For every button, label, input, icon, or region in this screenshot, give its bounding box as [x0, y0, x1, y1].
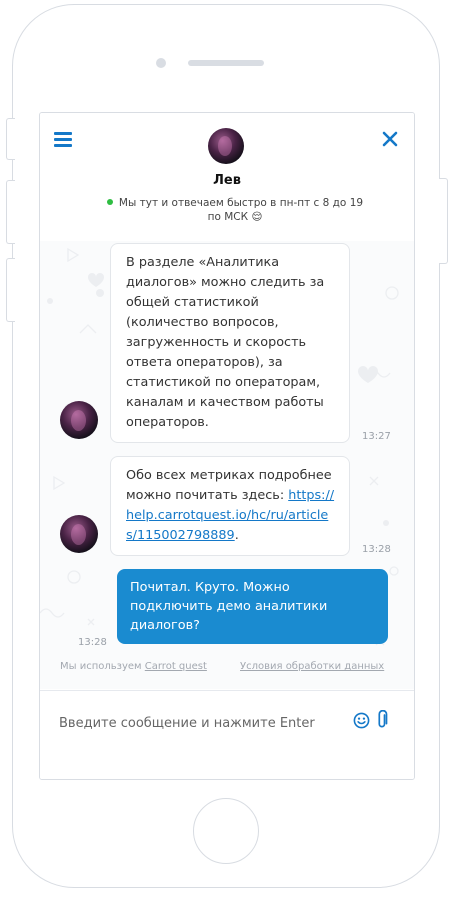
chat-header: Лев Мы тут и отвечаем быстро в пн-пт с 8…	[40, 113, 414, 242]
agent-status: Мы тут и отвечаем быстро в пн-пт с 8 до …	[100, 196, 370, 224]
power-button	[439, 178, 448, 264]
privacy-link[interactable]: Условия обработки данных	[240, 661, 384, 672]
chat-widget: Лев Мы тут и отвечаем быстро в пн-пт с 8…	[39, 112, 415, 780]
online-status-dot	[106, 199, 113, 205]
hamburger-menu-icon[interactable]	[54, 132, 72, 148]
status-text: Мы тут и отвечаем быстро в пн-пт с 8 до …	[118, 197, 364, 223]
paperclip-icon[interactable]	[375, 710, 389, 730]
agent-avatar	[208, 128, 244, 164]
status-emoji: 😌	[251, 211, 263, 223]
message-composer	[40, 690, 414, 779]
volume-down-button	[6, 258, 15, 322]
agent-avatar	[60, 401, 98, 439]
message-bubble: Обо всех метриках подробнее можно почита…	[110, 456, 350, 556]
carrot-quest-link[interactable]: Carrot quest	[145, 661, 207, 672]
message-time: 13:27	[362, 431, 391, 442]
message-input[interactable]	[59, 711, 349, 735]
message-text-end: .	[234, 528, 239, 543]
message-list[interactable]: В разделе «Аналитика диалогов» можно сле…	[40, 241, 414, 689]
message-text: Почитал. Круто. Можно подключить демо ан…	[130, 580, 328, 633]
volume-up-button	[6, 180, 15, 244]
smiley-icon[interactable]	[353, 712, 370, 729]
message-text: В разделе «Аналитика диалогов» можно сле…	[126, 255, 325, 430]
message-time: 13:28	[78, 637, 107, 648]
powered-prefix: Мы используем	[60, 661, 145, 672]
front-camera	[156, 58, 166, 68]
mute-switch	[6, 118, 15, 160]
close-icon[interactable]	[380, 129, 400, 149]
agent-name: Лев	[213, 173, 241, 188]
outgoing-message-bubble: Почитал. Круто. Можно подключить демо ан…	[117, 569, 388, 644]
agent-avatar	[60, 515, 98, 553]
message-bubble: В разделе «Аналитика диалогов» можно сле…	[110, 243, 350, 443]
powered-by-text: Мы используем Carrot quest	[60, 661, 207, 672]
home-button[interactable]	[193, 798, 259, 864]
earpiece-speaker	[188, 60, 264, 66]
message-time: 13:28	[362, 544, 391, 555]
